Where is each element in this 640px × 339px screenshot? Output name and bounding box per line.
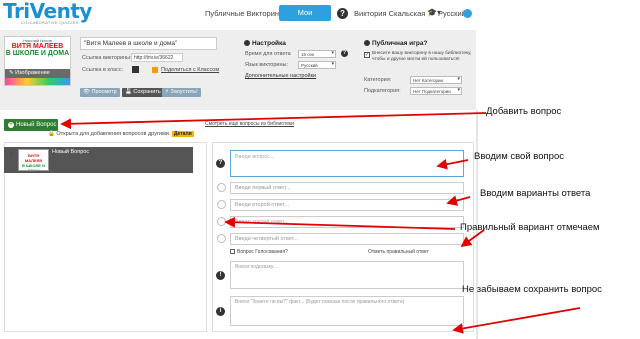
arrow-correct-radio	[224, 216, 456, 230]
arrow-enter-question	[436, 158, 469, 170]
annotation-enter-answers: Вводим варианты ответа	[480, 188, 591, 199]
annotation-save-question: Не забываем сохранить вопрос	[462, 284, 602, 295]
arrow-save-question	[452, 307, 581, 334]
annotation-enter-question: Вводим свой вопрос	[474, 151, 564, 162]
annotation-add-question: Добавить вопрос	[486, 106, 562, 117]
arrow-add-question	[60, 112, 487, 130]
annotation-mark-correct: Правильный вариант отмечаем	[460, 222, 600, 233]
arrow-enter-answers	[446, 195, 471, 206]
